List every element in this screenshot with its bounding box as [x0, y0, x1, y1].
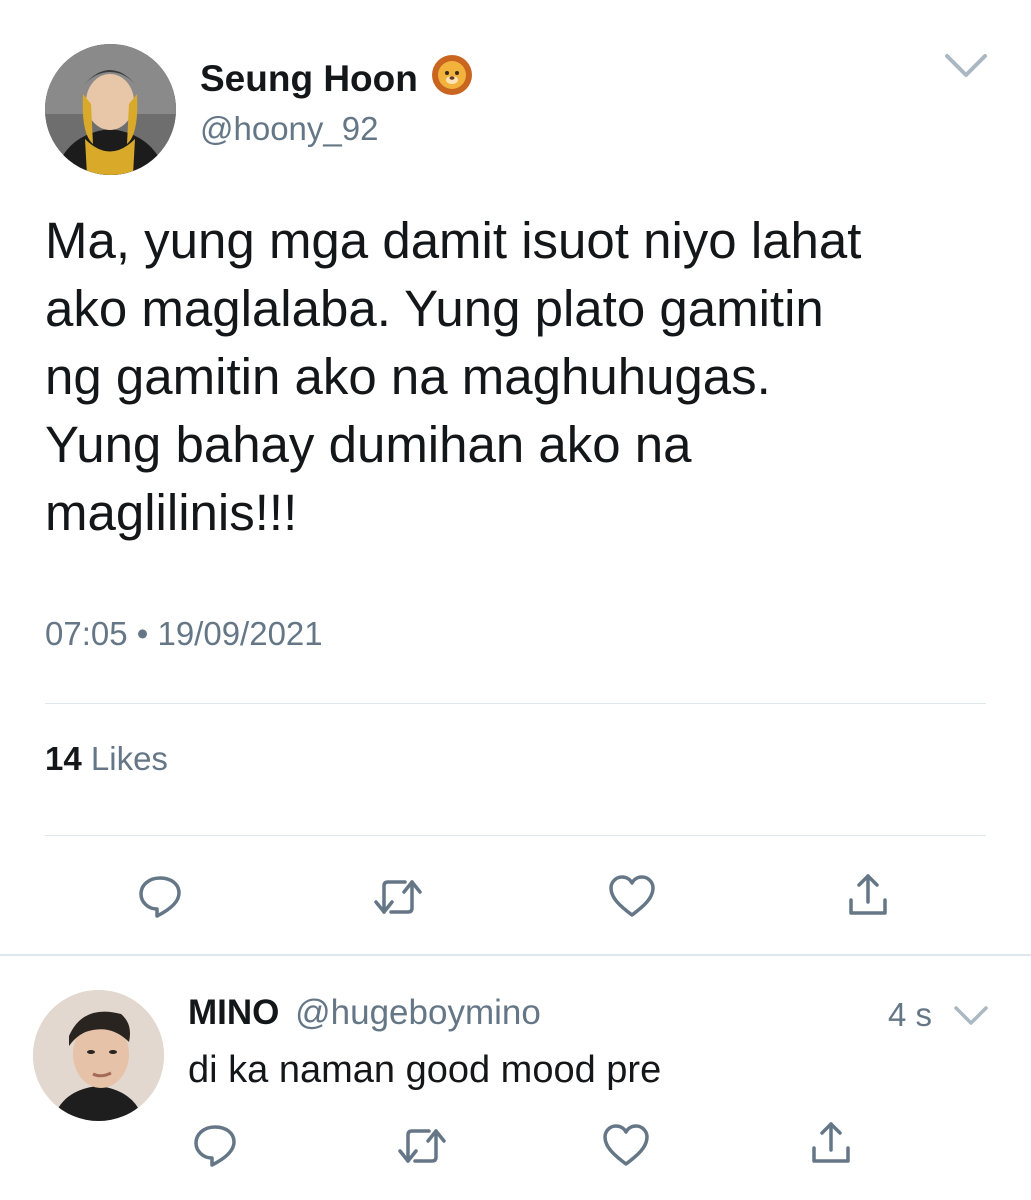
- avatar-photo: [33, 990, 164, 1121]
- reply-time[interactable]: 4 s: [888, 996, 932, 1034]
- heart-icon: [609, 875, 655, 917]
- reply-bubble-icon: [194, 1125, 236, 1167]
- like-button[interactable]: [601, 1120, 651, 1170]
- chevron-down-icon[interactable]: [944, 52, 988, 80]
- retweet-icon: [398, 1129, 446, 1163]
- likes-link[interactable]: 14 Likes: [45, 740, 168, 778]
- retweet-button[interactable]: [397, 1121, 447, 1171]
- share-icon: [812, 1122, 850, 1163]
- tweet-text: Ma, yung mga damit isuot niyo lahat ako …: [45, 212, 862, 541]
- likes-label: Likes: [90, 740, 168, 777]
- divider: [45, 703, 986, 704]
- heart-icon: [603, 1124, 649, 1166]
- retweet-icon: [374, 880, 422, 914]
- likes-count: 14: [45, 740, 82, 777]
- reply-button[interactable]: [135, 871, 185, 921]
- reply-button[interactable]: [190, 1120, 240, 1170]
- section-divider: [0, 954, 1031, 956]
- display-name[interactable]: Seung Hoon: [200, 58, 418, 100]
- share-button[interactable]: [806, 1118, 856, 1168]
- lion-emoji-icon: [430, 52, 474, 105]
- reply-bubble-icon: [139, 876, 181, 918]
- handle[interactable]: @hoony_92: [200, 110, 378, 148]
- share-icon: [849, 874, 887, 915]
- timestamp[interactable]: 07:05 • 19/09/2021: [45, 615, 323, 653]
- share-button[interactable]: [843, 870, 893, 920]
- reply-display-name[interactable]: MINO: [188, 993, 279, 1032]
- avatar[interactable]: [45, 44, 176, 175]
- retweet-button[interactable]: [373, 872, 423, 922]
- chevron-down-icon[interactable]: [953, 1005, 989, 1027]
- divider: [45, 835, 986, 836]
- reply-handle[interactable]: @hugeboymino: [295, 993, 541, 1032]
- avatar-photo: [45, 44, 176, 175]
- reply-avatar[interactable]: [33, 990, 164, 1121]
- reply-text: di ka naman good mood pre: [188, 1049, 662, 1091]
- like-button[interactable]: [607, 871, 657, 921]
- display-name-row[interactable]: Seung Hoon: [200, 52, 474, 105]
- reply-header[interactable]: MINO @hugeboymino: [188, 993, 541, 1033]
